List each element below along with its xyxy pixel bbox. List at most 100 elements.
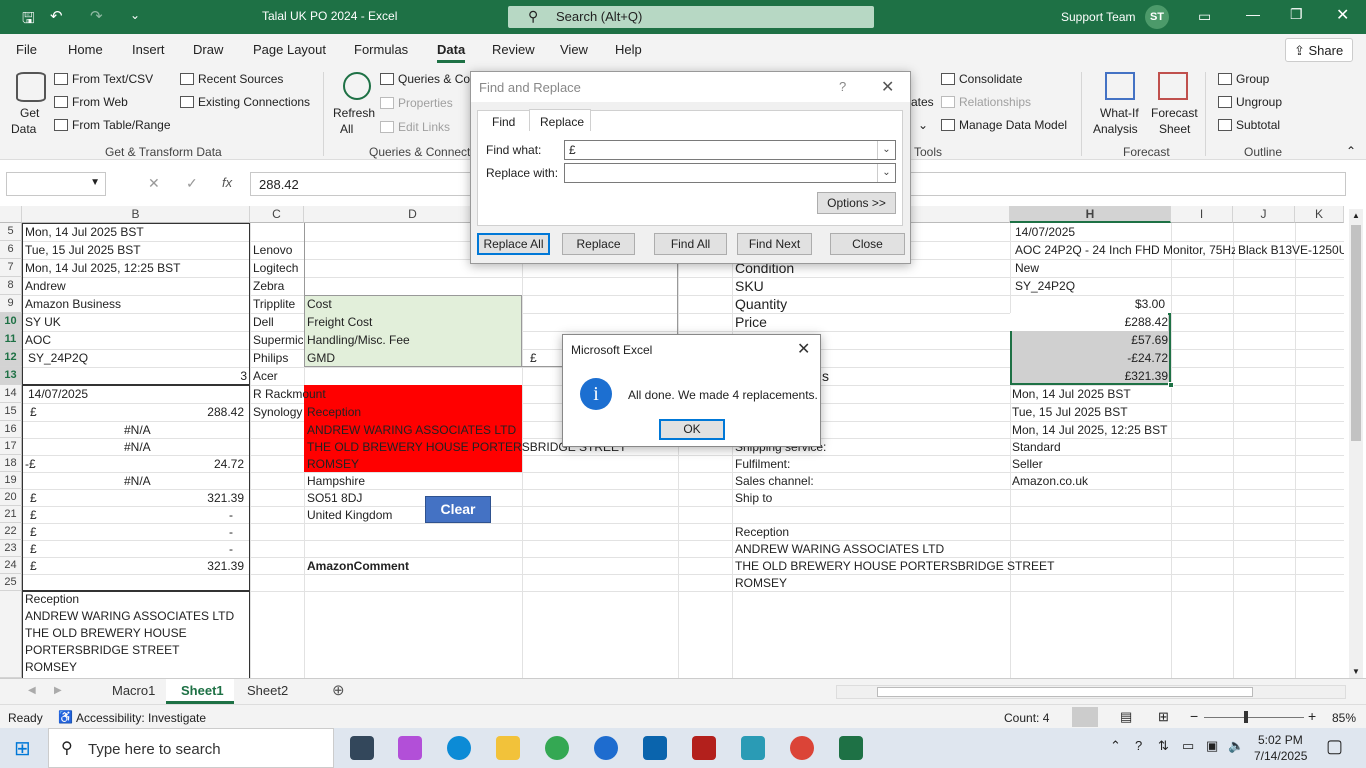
- app-icon[interactable]: [741, 736, 765, 760]
- cell-h15[interactable]: Tue, 15 Jul 2025 BST: [1012, 403, 1128, 421]
- close-window-icon[interactable]: ✕: [1336, 5, 1349, 25]
- cell-i6[interactable]: Black B13VE-1250US: [1238, 241, 1344, 259]
- undo-icon[interactable]: ↶: [50, 7, 63, 25]
- sheet-tab-sheet1[interactable]: Sheet1: [181, 683, 224, 698]
- vertical-scrollbar[interactable]: ▲ ▼: [1349, 209, 1363, 678]
- cell-b14[interactable]: 14/07/2025: [28, 385, 88, 403]
- chrome-profile-icon[interactable]: [790, 736, 814, 760]
- cell-b19[interactable]: #N/A: [124, 472, 151, 490]
- cell-c9[interactable]: Tripplite: [253, 295, 295, 313]
- cell-b21[interactable]: -: [25, 506, 233, 524]
- clock-time[interactable]: 5:02 PM: [1258, 733, 1303, 747]
- cell-g24[interactable]: THE OLD BREWERY HOUSE PORTERSBRIDGE STRE…: [735, 557, 1054, 575]
- notifications-icon[interactable]: ▢: [1326, 736, 1343, 757]
- display-icon[interactable]: ▣: [1206, 738, 1218, 754]
- copilot-icon[interactable]: [398, 736, 422, 760]
- cell-b18[interactable]: 24.72: [25, 455, 244, 473]
- row-header[interactable]: 19: [0, 472, 22, 489]
- tab-insert[interactable]: Insert: [132, 42, 165, 57]
- replace-button[interactable]: Replace: [562, 233, 635, 255]
- scroll-thumb[interactable]: [1351, 225, 1361, 441]
- row-header[interactable]: 13: [0, 367, 22, 385]
- tab-formulas[interactable]: Formulas: [354, 42, 408, 57]
- ok-button[interactable]: OK: [659, 419, 725, 440]
- prev-sheet-icon[interactable]: ◀: [28, 685, 36, 696]
- restore-icon[interactable]: ❐: [1290, 6, 1303, 23]
- cell-b9[interactable]: Amazon Business: [25, 295, 121, 313]
- next-sheet-icon[interactable]: ▶: [54, 685, 62, 696]
- cancel-icon[interactable]: ✕: [148, 175, 160, 192]
- cell-b23[interactable]: -: [25, 540, 233, 558]
- cell-b11[interactable]: AOC: [25, 331, 51, 349]
- cell-c12[interactable]: Philips: [253, 349, 288, 367]
- cell-c11[interactable]: Supermic: [253, 331, 303, 349]
- file-explorer-icon[interactable]: [496, 736, 520, 760]
- row-header[interactable]: 23: [0, 540, 22, 557]
- zoom-slider-thumb[interactable]: [1244, 711, 1248, 723]
- cell-c10[interactable]: Dell: [253, 313, 274, 331]
- cell-h6[interactable]: AOC 24P2Q - 24 Inch FHD Monitor, 75Hz, 4: [1015, 241, 1235, 259]
- existing-connections-button[interactable]: Existing Connections: [180, 95, 310, 109]
- cell-h14[interactable]: Mon, 14 Jul 2025 BST: [1012, 385, 1131, 403]
- zoom-slider[interactable]: [1204, 717, 1304, 718]
- from-text-csv-button[interactable]: From Text/CSV: [54, 72, 153, 86]
- cell-b26-line2[interactable]: ANDREW WARING ASSOCIATES LTD: [25, 608, 234, 625]
- volume-icon[interactable]: 🔈: [1228, 738, 1244, 754]
- row-header[interactable]: 20: [0, 489, 22, 506]
- cell-h12[interactable]: -£24.72: [1010, 349, 1168, 367]
- zoom-in-icon[interactable]: +: [1308, 708, 1316, 724]
- chevron-down-icon[interactable]: ⌄: [877, 141, 895, 159]
- what-if-label[interactable]: What-If: [1100, 106, 1139, 120]
- show-hidden-icons[interactable]: ⌃: [1110, 738, 1121, 754]
- cell-b8[interactable]: Andrew: [25, 277, 66, 295]
- row-header[interactable]: 5: [0, 223, 22, 241]
- customize-qat-icon[interactable]: ⌄: [130, 8, 140, 22]
- forecast-sheet-button[interactable]: Sheet: [1159, 122, 1190, 136]
- cell-d20[interactable]: SO51 8DJ: [307, 489, 362, 507]
- cell-c6[interactable]: Lenovo: [253, 241, 292, 259]
- help-icon[interactable]: ?: [839, 79, 846, 94]
- tab-review[interactable]: Review: [492, 42, 535, 57]
- taskbar-search[interactable]: ⚲ Type here to search: [48, 728, 334, 768]
- cell-d19[interactable]: Hampshire: [307, 472, 365, 490]
- cell-d10[interactable]: Freight Cost: [307, 313, 372, 331]
- cell-b22[interactable]: -: [25, 523, 233, 541]
- cell-g8[interactable]: SKU: [735, 277, 764, 295]
- row-header[interactable]: 8: [0, 277, 22, 295]
- cell-d9[interactable]: Cost: [307, 295, 332, 313]
- zoom-out-icon[interactable]: −: [1190, 708, 1198, 724]
- column-header[interactable]: B: [22, 206, 250, 223]
- tab-replace[interactable]: Replace: [529, 109, 591, 131]
- tab-file[interactable]: File: [16, 42, 37, 57]
- name-box[interactable]: ▼: [6, 172, 106, 196]
- cell-g23[interactable]: ANDREW WARING ASSOCIATES LTD: [735, 540, 944, 558]
- forecast-label[interactable]: Forecast: [1151, 106, 1198, 120]
- from-web-button[interactable]: From Web: [54, 95, 128, 109]
- cell-h11[interactable]: £57.69: [1010, 331, 1168, 349]
- properties-button[interactable]: Properties: [380, 96, 453, 110]
- filezilla-icon[interactable]: [692, 736, 716, 760]
- row-header[interactable]: 24: [0, 557, 22, 574]
- cell-h8[interactable]: SY_24P2Q: [1015, 277, 1075, 295]
- cell-g19[interactable]: Sales channel:: [735, 472, 814, 490]
- outlook-icon[interactable]: [643, 736, 667, 760]
- scroll-up-icon[interactable]: ▲: [1352, 211, 1360, 220]
- tab-view[interactable]: View: [560, 42, 588, 57]
- row-header-tall[interactable]: [0, 591, 22, 678]
- zoom-level[interactable]: 85%: [1332, 711, 1356, 725]
- column-header[interactable]: H: [1010, 206, 1171, 223]
- get-data-label[interactable]: Get: [20, 106, 39, 120]
- row-header[interactable]: 15: [0, 403, 22, 421]
- recent-sources-button[interactable]: Recent Sources: [180, 72, 283, 86]
- tab-page-layout[interactable]: Page Layout: [253, 42, 326, 57]
- refresh-label[interactable]: Refresh: [333, 106, 375, 120]
- what-if-button[interactable]: Analysis: [1093, 122, 1138, 136]
- cell-b26-line3[interactable]: THE OLD BREWERY HOUSE: [25, 625, 187, 642]
- row-header[interactable]: 22: [0, 523, 22, 540]
- cell-g13[interactable]: s: [822, 367, 829, 385]
- cell-h10-active[interactable]: £288.42: [1010, 313, 1168, 331]
- minimize-icon[interactable]: —: [1246, 6, 1260, 22]
- cell-b15[interactable]: 288.42: [25, 403, 244, 421]
- close-button[interactable]: Close: [830, 233, 905, 255]
- replace-all-button[interactable]: Replace All: [477, 233, 550, 255]
